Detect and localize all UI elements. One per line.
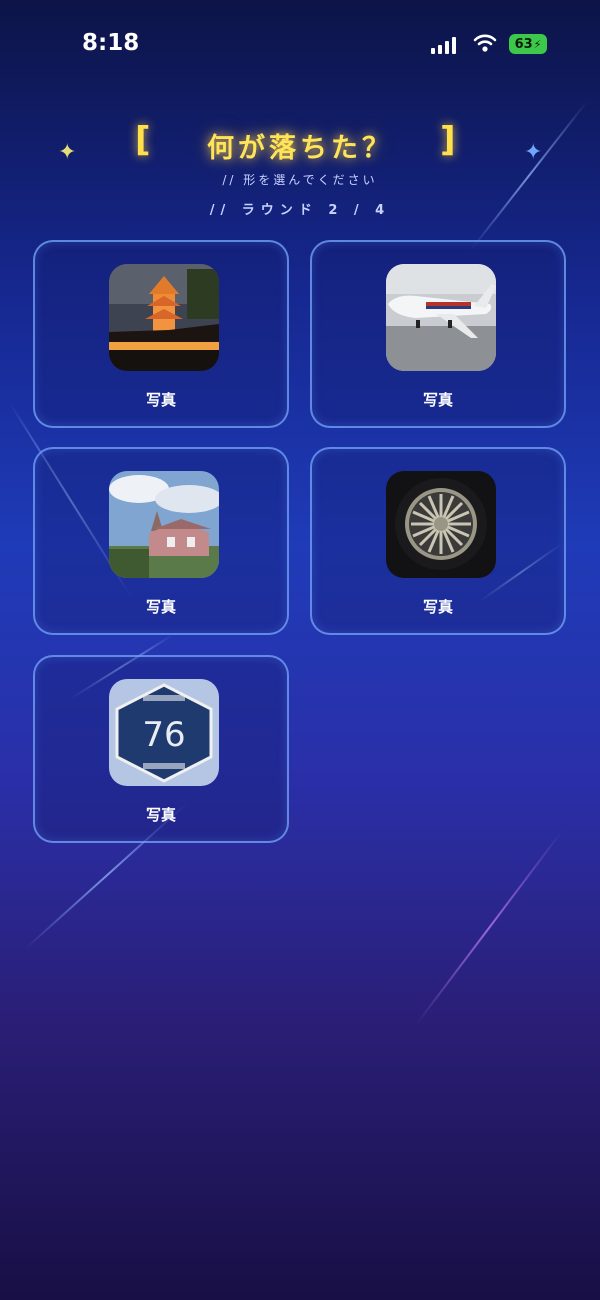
battery-level: 63 [514,36,533,52]
option-label: 写真 [145,806,176,824]
wifi-icon [473,32,497,54]
title-row: [ 何が落ちた？ ] [0,120,600,168]
signal-icon [431,36,457,54]
light-streak [414,829,564,1027]
option-label: 写真 [145,598,176,616]
western-house-photo [109,471,219,578]
route-sign-number: 76 [142,715,185,755]
page-title: 何が落ちた？ [207,133,393,164]
option-card-pagoda[interactable]: 写真 [33,240,289,428]
airplane-photo [386,264,496,371]
car-wheel-photo [386,471,496,578]
route-76-sign-photo: 76 [109,679,219,786]
instruction-text: // 形を選んでください [222,173,378,187]
option-card-airplane[interactable]: 写真 [310,240,566,428]
option-card-car-wheel[interactable]: 写真 [310,447,566,635]
title-open-bracket: [ [135,120,151,160]
title-close-bracket: ] [440,120,456,160]
pagoda-night-photo [109,264,219,371]
status-bar: 8:18 63 ⚡ [0,0,600,90]
option-card-route-sign[interactable]: 76 写真 [33,655,289,843]
option-label: 写真 [422,598,453,616]
round-indicator: // ラウンド 2 / 4 [209,203,391,218]
charging-bolt-icon: ⚡ [533,37,542,51]
option-label: 写真 [145,391,176,409]
status-time: 8:18 [82,30,140,56]
option-label: 写真 [422,391,453,409]
option-card-western-house[interactable]: 写真 [33,447,289,635]
battery-indicator: 63 ⚡ [509,34,547,54]
